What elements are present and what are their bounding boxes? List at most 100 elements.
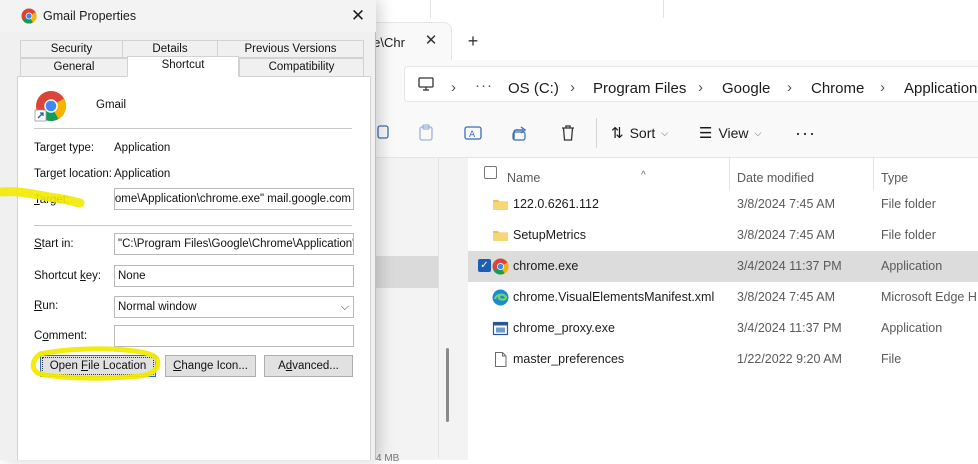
- sort-icon: ⇅: [611, 125, 624, 142]
- file-type: File: [881, 352, 902, 366]
- folder-icon: [492, 196, 509, 213]
- start-in-input[interactable]: "C:\Program Files\Google\Chrome\Applicat…: [114, 233, 354, 255]
- shortcut-key-value: None: [118, 270, 146, 282]
- shortcut-tab-panel: Gmail Target type: Application Target lo…: [17, 76, 371, 460]
- advanced-label: Advanced...: [278, 360, 339, 372]
- file-row[interactable]: 122.0.6261.112 3/8/2024 7:45 AM File fol…: [468, 189, 978, 220]
- breadcrumb-os-c[interactable]: OS (C:): [508, 80, 559, 97]
- file-row[interactable]: chrome.VisualElementsManifest.xml 3/8/20…: [468, 282, 978, 313]
- breadcrumb-application[interactable]: Application: [904, 80, 977, 97]
- chrome-icon: [21, 8, 37, 27]
- sort-caret-icon: ^: [641, 170, 646, 181]
- more-breadcrumbs-icon[interactable]: ···: [475, 77, 493, 94]
- chevron-right-icon: ›: [451, 79, 456, 96]
- column-divider[interactable]: [729, 158, 730, 190]
- chevron-down-icon: ⌵: [754, 127, 762, 138]
- rename-icon[interactable]: A: [463, 123, 483, 143]
- file-row[interactable]: chrome_proxy.exe 3/4/2024 11:37 PM Appli…: [468, 313, 978, 344]
- dialog-title-bar[interactable]: Gmail Properties ✕: [0, 0, 376, 32]
- chevron-right-icon: ›: [787, 79, 792, 96]
- file-name: master_preferences: [513, 352, 625, 366]
- row-checkbox-checked[interactable]: ✓: [478, 259, 491, 272]
- start-in-value: "C:\Program Files\Google\Chrome\Applicat…: [118, 238, 354, 250]
- svg-text:A: A: [469, 130, 476, 140]
- column-name-label: Name: [507, 171, 541, 185]
- file-date: 3/8/2024 7:45 AM: [737, 228, 835, 242]
- tab-compatibility[interactable]: Compatibility: [239, 58, 364, 77]
- breadcrumb-google[interactable]: Google: [722, 80, 770, 97]
- file-row-selected[interactable]: ✓ chrome.exe 3/4/2024 11:37 PM Applicati…: [468, 251, 978, 282]
- file-row[interactable]: SetupMetrics 3/8/2024 7:45 AM File folde…: [468, 220, 978, 251]
- column-header-date-modified[interactable]: Date modified: [737, 164, 814, 192]
- file-type: Application: [881, 321, 943, 335]
- column-header-type[interactable]: Type: [881, 164, 908, 192]
- file-date: 3/4/2024 11:37 PM: [737, 259, 842, 273]
- select-all-checkbox[interactable]: [484, 166, 497, 179]
- close-icon[interactable]: ✕: [344, 4, 372, 28]
- target-type-value: Application: [114, 142, 171, 154]
- nav-selected-item[interactable]: [374, 256, 438, 288]
- sort-label: Sort: [629, 125, 656, 141]
- navigation-scrollbar[interactable]: [446, 348, 449, 422]
- file-date: 1/22/2022 9:20 AM: [737, 352, 842, 366]
- comment-input[interactable]: [114, 325, 354, 347]
- breadcrumb-program-files[interactable]: Program Files: [593, 80, 686, 97]
- new-tab-icon[interactable]: +: [462, 30, 484, 52]
- app-window-icon: [492, 320, 509, 337]
- tab-general[interactable]: General: [20, 58, 128, 77]
- target-location-label: Target location:: [34, 168, 112, 180]
- open-file-location-button[interactable]: Open File Location: [40, 355, 156, 377]
- status-bar-text: 4 MB: [376, 453, 400, 464]
- target-value: Chrome\Application\chrome.exe" mail.goog…: [114, 193, 351, 205]
- more-options-icon[interactable]: ···: [795, 121, 816, 145]
- dialog-title: Gmail Properties: [43, 9, 137, 23]
- file-date: 3/8/2024 7:45 AM: [737, 290, 835, 304]
- properties-dialog: Gmail Properties ✕ Security Details Prev…: [0, 0, 376, 460]
- comment-label: Comment:: [34, 330, 88, 342]
- tab-previous-versions[interactable]: Previous Versions: [217, 40, 364, 58]
- chrome-icon: [492, 258, 509, 275]
- file-icon: [492, 351, 509, 368]
- paste-icon[interactable]: [416, 123, 436, 143]
- chrome-shortcut-icon: [34, 89, 68, 126]
- tab-security[interactable]: Security: [20, 40, 123, 58]
- view-icon: ☰: [699, 125, 713, 142]
- shortcut-key-input[interactable]: None: [114, 265, 354, 287]
- close-tab-icon[interactable]: ✕: [421, 31, 441, 51]
- tab-strip-divider: [663, 0, 664, 18]
- sort-button[interactable]: ⇅ Sort ⌵: [611, 121, 668, 145]
- command-bar-divider: [596, 118, 597, 148]
- chevron-right-icon: ›: [570, 79, 575, 96]
- column-header-name[interactable]: Name ^: [507, 164, 722, 192]
- chevron-down-icon: ⌵: [661, 127, 669, 138]
- this-pc-icon[interactable]: [417, 75, 437, 95]
- run-label: Run:: [34, 300, 59, 312]
- folder-icon: [492, 227, 509, 244]
- section-divider: [34, 128, 352, 129]
- start-in-label: Start in:: [34, 238, 74, 250]
- file-row[interactable]: master_preferences 1/22/2022 9:20 AM Fil…: [468, 344, 978, 375]
- file-type: Application: [881, 259, 943, 273]
- address-bar[interactable]: › ··· OS (C:) › Program Files › Google ›…: [404, 66, 978, 102]
- view-button[interactable]: ☰ View ⌵: [699, 121, 761, 145]
- file-date: 3/4/2024 11:37 PM: [737, 321, 842, 335]
- file-type: File folder: [881, 197, 936, 211]
- share-icon[interactable]: [510, 123, 530, 143]
- run-select[interactable]: Normal window ⌵: [114, 296, 354, 318]
- advanced-button[interactable]: Advanced...: [264, 355, 353, 377]
- file-type: File folder: [881, 228, 936, 242]
- tab-shortcut[interactable]: Shortcut: [127, 56, 239, 77]
- file-name: SetupMetrics: [513, 228, 586, 242]
- delete-icon[interactable]: [558, 123, 578, 143]
- tab-strip-divider: [430, 0, 431, 18]
- section-divider: [34, 225, 352, 226]
- run-value: Normal window: [118, 301, 197, 313]
- file-list: Name ^ Date modified Type 122.0.6261.112…: [468, 158, 978, 460]
- file-date: 3/8/2024 7:45 AM: [737, 197, 835, 211]
- target-label: Target:: [34, 194, 70, 206]
- column-divider[interactable]: [873, 158, 874, 190]
- target-input[interactable]: Chrome\Application\chrome.exe" mail.goog…: [114, 188, 354, 210]
- breadcrumb-chrome[interactable]: Chrome: [811, 80, 864, 97]
- target-type-label: Target type:: [34, 142, 95, 154]
- change-icon-button[interactable]: Change Icon...: [165, 355, 256, 377]
